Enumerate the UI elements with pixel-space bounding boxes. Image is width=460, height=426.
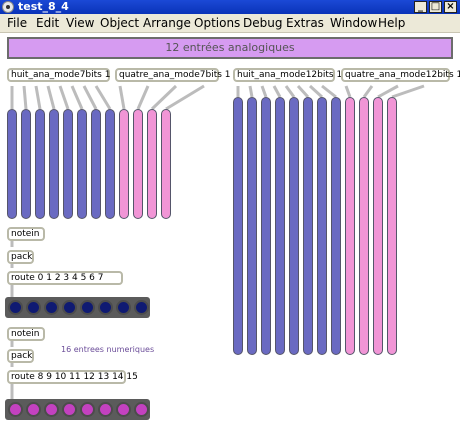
slider-7bit-2[interactable] <box>21 109 31 219</box>
slider-7bit-11[interactable] <box>147 109 157 219</box>
note-led-5[interactable] <box>98 300 113 315</box>
slider-7bit-8[interactable] <box>105 109 115 219</box>
slider-7bit-6[interactable] <box>77 109 87 219</box>
slider-7bit-7[interactable] <box>91 109 101 219</box>
menu-view[interactable]: View <box>66 16 94 30</box>
note-led-7[interactable] <box>134 300 149 315</box>
comment-digital-inputs: 16 entrees numeriques <box>61 345 155 354</box>
note-led-8[interactable] <box>8 402 23 417</box>
window-title: test_8_4 <box>18 0 69 13</box>
object-notein-1[interactable]: notein <box>7 227 45 241</box>
title-bar: test_8_4 _ □ × <box>0 0 460 14</box>
note-led-12[interactable] <box>80 402 95 417</box>
menu-options[interactable]: Options <box>194 16 240 30</box>
object-huit-ana-7bits[interactable]: huit_ana_mode7bits 1 <box>7 68 110 82</box>
object-quatre-ana-7bits[interactable]: quatre_ana_mode7bits 1 <box>115 68 231 82</box>
object-pack-2[interactable]: pack <box>7 349 34 363</box>
note-led-11[interactable] <box>62 402 77 417</box>
slider-7bit-5[interactable] <box>63 109 73 219</box>
slider-7bit-1[interactable] <box>7 109 17 219</box>
slider-7bit-4[interactable] <box>49 109 59 219</box>
slider-12bit-1[interactable] <box>233 97 243 355</box>
maximize-button[interactable]: □ <box>429 1 442 13</box>
object-huit-ana-12bits[interactable]: huit_ana_mode12bits 1 <box>233 68 342 82</box>
note-led-14[interactable] <box>116 402 131 417</box>
close-button[interactable]: × <box>444 1 457 13</box>
slider-7bit-3[interactable] <box>35 109 45 219</box>
object-pack-1[interactable]: pack <box>7 250 34 264</box>
menu-edit[interactable]: Edit <box>36 16 59 30</box>
banner-analog-inputs[interactable]: 12 entrées analogiques <box>7 37 453 59</box>
menu-file[interactable]: File <box>7 16 27 30</box>
menu-window[interactable]: Window <box>330 16 377 30</box>
slider-12bit-9[interactable] <box>345 97 355 355</box>
slider-12bit-12[interactable] <box>387 97 397 355</box>
object-quatre-ana-12bits[interactable]: quatre_ana_mode12bits 1 <box>341 68 460 82</box>
slider-12bit-11[interactable] <box>373 97 383 355</box>
app-icon[interactable] <box>2 1 14 13</box>
object-route-1[interactable]: route 0 1 2 3 4 5 6 7 <box>7 271 123 285</box>
slider-7bit-12[interactable] <box>161 109 171 219</box>
slider-12bit-6[interactable] <box>303 97 313 355</box>
note-led-4[interactable] <box>80 300 95 315</box>
object-route-2[interactable]: route 8 9 10 11 12 13 14 15 <box>7 370 138 384</box>
note-led-13[interactable] <box>98 402 113 417</box>
note-led-6[interactable] <box>116 300 131 315</box>
menu-help[interactable]: Help <box>378 16 405 30</box>
menu-bar: File Edit View Object Arrange Options De… <box>0 14 460 33</box>
note-led-9[interactable] <box>26 402 41 417</box>
note-led-1[interactable] <box>26 300 41 315</box>
slider-12bit-5[interactable] <box>289 97 299 355</box>
note-led-15[interactable] <box>134 402 149 417</box>
slider-12bit-2[interactable] <box>247 97 257 355</box>
note-led-2[interactable] <box>44 300 59 315</box>
slider-7bit-9[interactable] <box>119 109 129 219</box>
slider-12bit-4[interactable] <box>275 97 285 355</box>
slider-12bit-8[interactable] <box>331 97 341 355</box>
slider-12bit-10[interactable] <box>359 97 369 355</box>
minimize-button[interactable]: _ <box>414 1 427 13</box>
note-led-10[interactable] <box>44 402 59 417</box>
menu-debug[interactable]: Debug <box>243 16 282 30</box>
patcher-canvas[interactable]: 12 entrées analogiques huit_ana_mode7bit… <box>0 33 460 426</box>
note-led-3[interactable] <box>62 300 77 315</box>
slider-12bit-3[interactable] <box>261 97 271 355</box>
slider-12bit-7[interactable] <box>317 97 327 355</box>
note-led-0[interactable] <box>8 300 23 315</box>
menu-extras[interactable]: Extras <box>286 16 324 30</box>
object-notein-2[interactable]: notein <box>7 327 45 341</box>
menu-arrange[interactable]: Arrange <box>143 16 191 30</box>
menu-object[interactable]: Object <box>100 16 139 30</box>
slider-7bit-10[interactable] <box>133 109 143 219</box>
